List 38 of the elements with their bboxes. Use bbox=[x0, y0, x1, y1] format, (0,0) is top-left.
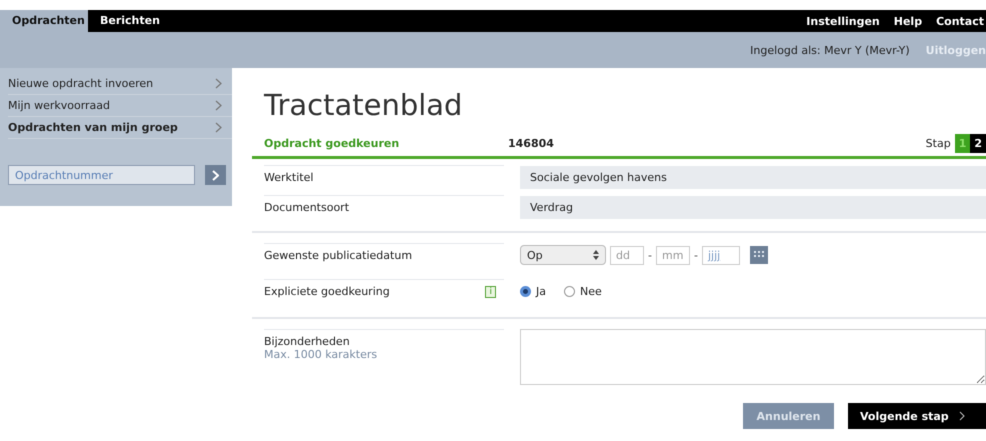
field-label: Expliciete goedkeuring bbox=[264, 285, 390, 298]
page-title: Tractatenblad bbox=[264, 88, 464, 124]
action-button[interactable]: Volgende stap bbox=[848, 403, 986, 429]
date-separator: - bbox=[694, 248, 698, 262]
field-label: Werktitel bbox=[264, 171, 314, 184]
top-link[interactable]: Help bbox=[894, 14, 922, 28]
search-go-button[interactable] bbox=[205, 165, 226, 185]
sidebar-item[interactable]: Opdrachten van mijn groep bbox=[8, 117, 232, 139]
chevron-icon bbox=[215, 122, 222, 133]
details-field[interactable] bbox=[520, 329, 986, 385]
step-indicator: 1 bbox=[954, 134, 970, 152]
chevron-icon bbox=[215, 78, 222, 89]
nav-tab[interactable]: Berichten bbox=[88, 10, 176, 32]
select-arrows-icon bbox=[593, 250, 599, 260]
chevron-icon bbox=[215, 100, 222, 111]
field-value: Verdrag bbox=[520, 196, 986, 218]
field-label: Bijzonderheden bbox=[264, 335, 350, 348]
login-status: Ingelogd als: Mevr Y (Mevr-Y) bbox=[750, 44, 910, 56]
field-label: Documentsoort bbox=[264, 201, 350, 214]
nav-tab[interactable]: Opdrachten bbox=[0, 10, 88, 32]
chevron-icon bbox=[212, 170, 220, 180]
field-value: Sociale gevolgen havens bbox=[520, 166, 986, 188]
step-indicator: 2 bbox=[970, 134, 986, 152]
order-number: 146804 bbox=[508, 136, 555, 150]
field-label: Gewenste publicatiedatum bbox=[264, 249, 412, 262]
date-separator: - bbox=[648, 248, 652, 262]
radio-option[interactable]: Nee bbox=[564, 284, 602, 298]
section-title: Opdracht goedkeuren bbox=[264, 136, 400, 150]
sidebar-item[interactable]: Mijn werkvoorraad bbox=[8, 95, 232, 117]
top-link[interactable]: Instellingen bbox=[806, 14, 880, 28]
step-label: Stap bbox=[926, 136, 951, 150]
chevron-icon bbox=[958, 411, 965, 421]
top-link[interactable]: Contact bbox=[936, 14, 984, 28]
field-hint: Max. 1000 karakters bbox=[264, 348, 378, 361]
sidebar-item[interactable]: Nieuwe opdracht invoeren bbox=[8, 73, 232, 95]
radio-option[interactable]: Ja bbox=[520, 284, 546, 298]
date-mode-select[interactable]: Op bbox=[520, 245, 606, 265]
calendar-icon[interactable] bbox=[750, 246, 768, 264]
